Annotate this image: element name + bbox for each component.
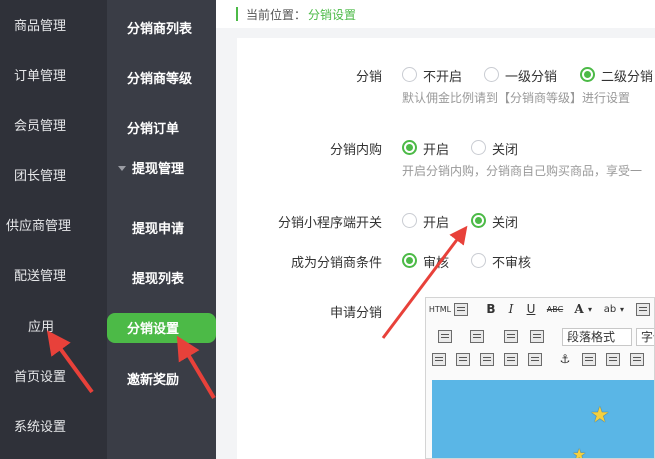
sidebar-item-members[interactable]: 会员管理 bbox=[0, 115, 107, 137]
sidebar-item-label: 应用 bbox=[28, 320, 55, 335]
subnav-item-invite-rewards[interactable]: 邀新奖励 bbox=[107, 369, 216, 391]
subnav-item-distribution-orders[interactable]: 分销订单 bbox=[107, 118, 216, 140]
subnav-item-label: 分销商列表 bbox=[127, 22, 193, 37]
subnav-item-label: 提现申请 bbox=[132, 222, 185, 237]
sidebar-item-label: 团长管理 bbox=[14, 169, 67, 184]
primary-sidebar: 商品管理 订单管理 会员管理 团长管理 供应商管理 配送管理 应用 首页设置 系… bbox=[0, 0, 107, 459]
font-color-button[interactable]: A bbox=[572, 301, 586, 318]
sidebar-item-label: 供应商管理 bbox=[6, 219, 72, 234]
sidebar-item-system-settings[interactable]: 系统设置 bbox=[0, 416, 107, 438]
preview-icon[interactable] bbox=[454, 303, 468, 316]
subnav-item-label: 提现列表 bbox=[132, 272, 185, 287]
subnav-group-withdrawal[interactable]: 提现管理 bbox=[107, 158, 216, 180]
star-icon: ★ bbox=[572, 445, 587, 459]
sidebar-item-label: 配送管理 bbox=[14, 269, 67, 284]
sidebar-item-products[interactable]: 商品管理 bbox=[0, 15, 107, 37]
editor-content-image: ★ ★ bbox=[432, 380, 654, 459]
secondary-sidebar: 分销商列表 分销商等级 分销订单 提现管理 提现申请 提现列表 分销设置 邀新奖… bbox=[107, 0, 216, 459]
editor-toolbar-row: ⚓ bbox=[426, 348, 654, 372]
editor-toolbar-row: 段落格式 字体 bbox=[426, 325, 654, 349]
delete-row-icon[interactable] bbox=[504, 353, 518, 366]
editor-toolbar-row: HTML B I U ABC A ▾ ab ▾ bbox=[426, 298, 654, 322]
template-icon[interactable] bbox=[630, 353, 644, 366]
paragraph-spacing-icon[interactable] bbox=[470, 330, 484, 343]
sidebar-item-label: 会员管理 bbox=[14, 119, 67, 134]
strikethrough-button[interactable]: ABC bbox=[544, 301, 566, 318]
sidebar-item-orders[interactable]: 订单管理 bbox=[0, 65, 107, 87]
table-icon[interactable] bbox=[432, 353, 446, 366]
breadcrumb: 当前位置： 分销设置 bbox=[216, 0, 655, 28]
field-label-distribution: 分销 bbox=[355, 70, 382, 85]
chevron-down-icon[interactable]: ▾ bbox=[619, 301, 625, 318]
indent-icon[interactable] bbox=[530, 330, 544, 343]
subnav-item-distributor-list[interactable]: 分销商列表 bbox=[107, 18, 216, 40]
align-left-icon[interactable] bbox=[636, 303, 650, 316]
subnav-item-label: 提现管理 bbox=[132, 162, 185, 177]
breadcrumb-current: 分销设置 bbox=[308, 8, 357, 22]
main-content: 当前位置： 分销设置 分销 不开启 一级分销 二级分销 默认佣金比例请到【分销商… bbox=[216, 0, 655, 459]
html-source-button[interactable]: HTML bbox=[428, 301, 452, 318]
field-label-mini-program-switch: 分销小程序端开关 bbox=[277, 216, 382, 231]
sidebar-item-apps[interactable]: 应用 bbox=[0, 316, 107, 338]
sidebar-item-suppliers[interactable]: 供应商管理 bbox=[0, 215, 107, 237]
subnav-item-distribution-settings[interactable]: 分销设置 bbox=[107, 318, 216, 340]
star-icon: ★ bbox=[590, 403, 610, 428]
list-icon[interactable] bbox=[504, 330, 518, 343]
field-label-self-purchase: 分销内购 bbox=[329, 143, 382, 158]
delete-column-icon[interactable] bbox=[528, 353, 542, 366]
image-icon[interactable] bbox=[582, 353, 596, 366]
bold-button[interactable]: B bbox=[484, 301, 498, 318]
settings-form: 分销 不开启 一级分销 二级分销 默认佣金比例请到【分销商等级】进行设置 分销内… bbox=[237, 38, 655, 459]
field-label-become-condition: 成为分销商条件 bbox=[290, 256, 382, 271]
subnav-item-label: 分销订单 bbox=[127, 122, 180, 137]
subnav-item-distributor-levels[interactable]: 分销商等级 bbox=[107, 68, 216, 90]
highlight-button[interactable]: ab bbox=[602, 301, 618, 318]
sidebar-item-label: 订单管理 bbox=[14, 69, 67, 84]
font-family-select[interactable]: 字体 bbox=[636, 328, 654, 346]
field-label-apply: 申请分销 bbox=[329, 306, 382, 321]
subnav-item-label: 分销商等级 bbox=[127, 72, 193, 87]
subnav-item-withdrawal-list[interactable]: 提现列表 bbox=[107, 268, 216, 290]
distribution-hint: 默认佣金比例请到【分销商等级】进行设置 bbox=[402, 91, 631, 105]
sidebar-item-label: 首页设置 bbox=[14, 370, 67, 385]
rich-text-editor[interactable]: HTML B I U ABC A ▾ ab ▾ 段落格式 字体 bbox=[425, 297, 655, 459]
line-height-icon[interactable] bbox=[438, 330, 452, 343]
subnav-item-label: 邀新奖励 bbox=[127, 373, 180, 388]
sidebar-item-group-leaders[interactable]: 团长管理 bbox=[0, 165, 107, 187]
anchor-icon[interactable]: ⚓ bbox=[558, 351, 572, 368]
self-purchase-hint: 开启分销内购，分销商自己购买商品，享受一 bbox=[402, 164, 643, 178]
italic-button[interactable]: I bbox=[504, 301, 518, 318]
paragraph-format-select[interactable]: 段落格式 bbox=[562, 328, 632, 346]
insert-row-icon[interactable] bbox=[456, 353, 470, 366]
subnav-item-label: 分销设置 bbox=[127, 322, 180, 337]
print-icon[interactable] bbox=[606, 353, 620, 366]
underline-button[interactable]: U bbox=[524, 301, 538, 318]
subnav-item-withdrawal-requests[interactable]: 提现申请 bbox=[107, 218, 216, 240]
sidebar-item-delivery[interactable]: 配送管理 bbox=[0, 265, 107, 287]
breadcrumb-label: 当前位置： bbox=[246, 8, 307, 22]
sidebar-item-home-settings[interactable]: 首页设置 bbox=[0, 366, 107, 388]
chevron-down-icon[interactable]: ▾ bbox=[587, 301, 593, 318]
breadcrumb-marker bbox=[236, 7, 238, 21]
sidebar-item-label: 系统设置 bbox=[14, 420, 67, 435]
insert-column-icon[interactable] bbox=[480, 353, 494, 366]
sidebar-item-label: 商品管理 bbox=[14, 19, 67, 34]
